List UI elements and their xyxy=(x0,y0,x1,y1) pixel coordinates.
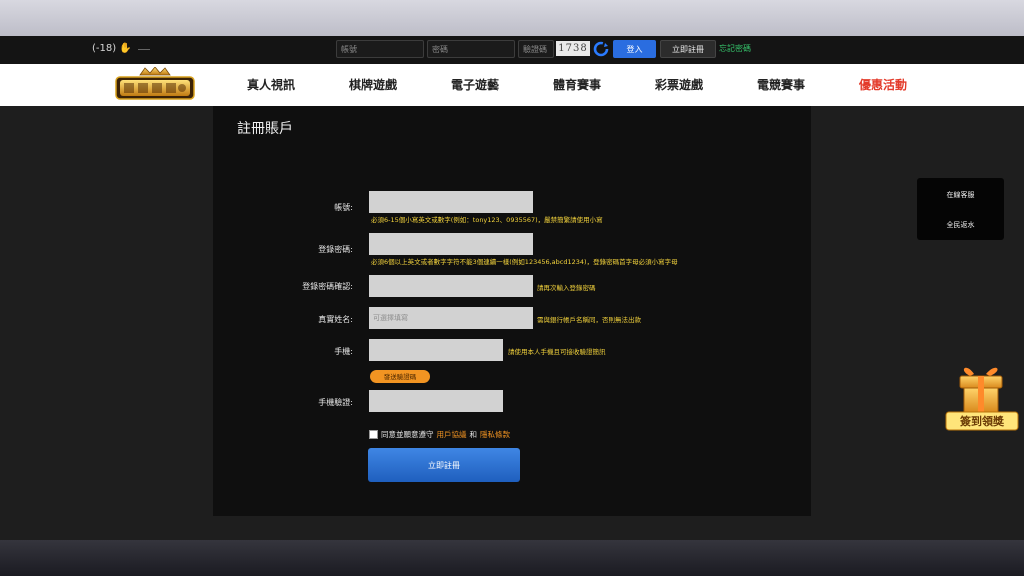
captcha-input[interactable] xyxy=(518,40,554,58)
nav-esports[interactable]: 電競賽事 xyxy=(757,77,805,93)
real-name-label: 真實姓名: xyxy=(318,315,353,324)
user-agreement-link[interactable]: 用戶協議 xyxy=(437,429,467,440)
real-name-hint: 需與銀行帳戶名稱同，否則無法出款 xyxy=(537,316,641,324)
password-confirm-label: 登錄密碼確認: xyxy=(302,282,353,291)
login-button[interactable]: 登入 xyxy=(613,40,656,58)
rebate-link[interactable]: 全民返水 xyxy=(917,220,1004,230)
page-root: (-18) ✋ 1738 登入 立即註冊 忘記密碼 xyxy=(0,0,1024,576)
password-confirm-input[interactable] xyxy=(369,275,533,297)
main-nav: 真人視訊 棋牌遊戲 電子遊藝 體育賽事 彩票遊戲 電競賽事 優惠活動 xyxy=(0,64,1024,106)
register-password-input[interactable] xyxy=(369,233,533,255)
real-name-input[interactable] xyxy=(369,307,533,329)
hand-stop-icon: ✋ xyxy=(119,43,132,54)
nav-sports[interactable]: 體育賽事 xyxy=(553,77,601,93)
blurred-bottom-edge xyxy=(0,540,1024,576)
password-hint: 必須6個以上英文或者數字字符不能3個連續一樣(例如123456,abcd1234… xyxy=(371,258,678,266)
blurred-top-edge xyxy=(0,0,1024,36)
side-service-widget: 在線客服 全民返水 xyxy=(917,178,1004,240)
page-title: 註冊賬戶 xyxy=(237,121,293,137)
password-input[interactable] xyxy=(427,40,515,58)
submit-register-button[interactable]: 立即註冊 xyxy=(368,448,520,482)
phone-verify-input[interactable] xyxy=(369,390,503,412)
online-support-link[interactable]: 在線客服 xyxy=(917,190,1004,200)
privacy-policy-link[interactable]: 隱私條款 xyxy=(480,429,510,440)
agree-checkbox[interactable] xyxy=(369,430,378,439)
send-code-button[interactable]: 發送驗證碼 xyxy=(370,370,430,383)
account-hint: 必須6-15個小寫英文或數字(例如：tony123、0935567)，嚴禁簡繁請… xyxy=(371,216,603,224)
nav-lottery[interactable]: 彩票遊戲 xyxy=(655,77,703,93)
phone-input[interactable] xyxy=(369,339,503,361)
captcha-image: 1738 xyxy=(556,41,590,56)
brand-logo xyxy=(115,67,195,100)
nav-promotions[interactable]: 優惠活動 xyxy=(859,77,907,93)
nav-live-video[interactable]: 真人視訊 xyxy=(247,77,295,93)
forgot-password-link[interactable]: 忘記密碼 xyxy=(719,44,751,54)
register-top-button[interactable]: 立即註冊 xyxy=(660,40,716,58)
divider xyxy=(138,49,150,50)
username-input[interactable] xyxy=(336,40,424,58)
phone-hint: 請使用本人手機且可接收驗證簡訊 xyxy=(508,348,606,356)
password-label: 登錄密碼: xyxy=(318,245,353,254)
password-confirm-hint: 請再次輸入登錄密碼 xyxy=(537,284,596,292)
agreement-row: 同意並願意遵守 用戶協議 和 隱私條款 xyxy=(369,429,510,440)
refresh-captcha-icon[interactable] xyxy=(592,40,610,58)
account-label: 帳號: xyxy=(334,203,353,212)
age-badge: (-18) ✋ xyxy=(92,43,132,54)
nav-electronic-games[interactable]: 電子遊藝 xyxy=(451,77,499,93)
account-input[interactable] xyxy=(369,191,533,213)
gift-label[interactable]: 簽到領獎 xyxy=(946,413,1018,431)
account-bar: (-18) ✋ 1738 登入 立即註冊 忘記密碼 xyxy=(0,36,1024,65)
phone-label: 手機: xyxy=(334,347,353,356)
nav-card-games[interactable]: 棋牌遊戲 xyxy=(349,77,397,93)
phone-verify-label: 手機驗證: xyxy=(318,398,353,407)
register-panel: 註冊賬戶 帳號: 必須6-15個小寫英文或數字(例如：tony123、09355… xyxy=(213,106,811,516)
